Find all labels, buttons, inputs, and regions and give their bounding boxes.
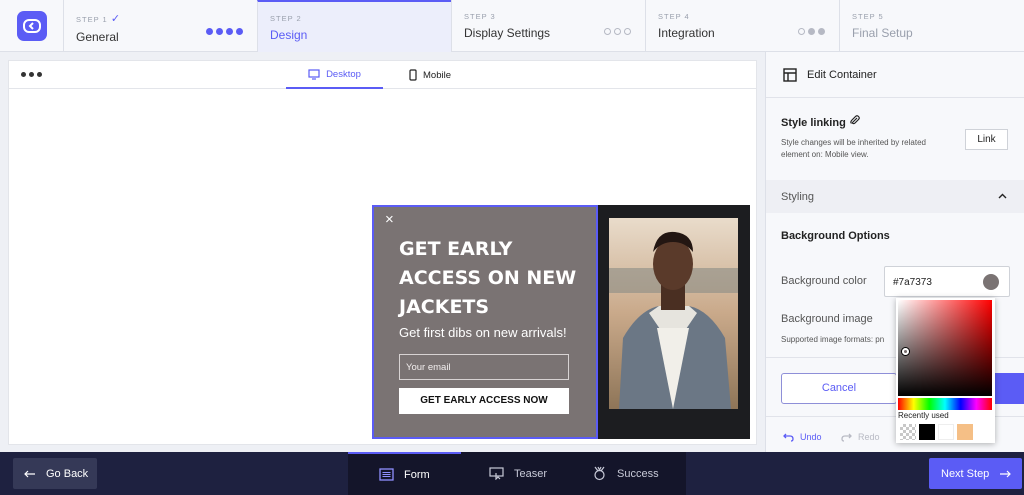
color-swatch[interactable] (983, 274, 999, 290)
popup-subheadline[interactable]: Get first dibs on new arrivals! (399, 325, 567, 340)
step-design[interactable]: STEP 2 Design (257, 0, 451, 52)
background-color-value: #7a7373 (893, 277, 932, 288)
step-integration[interactable]: STEP 4 Integration (645, 0, 839, 52)
more-options-icon[interactable] (21, 72, 42, 77)
model-photo-image[interactable] (609, 218, 738, 409)
step-name: Design (270, 28, 308, 42)
arrow-right-icon (1000, 470, 1012, 477)
cancel-button[interactable]: Cancel (781, 373, 897, 404)
mobile-icon (409, 69, 417, 81)
form-icon (379, 468, 394, 481)
next-step-button[interactable]: Next Step (929, 458, 1022, 489)
tab-mobile-label: Mobile (423, 69, 451, 81)
view-tabs: Form Teaser Success (348, 452, 686, 495)
styling-label: Styling (781, 191, 815, 203)
close-icon[interactable]: × (385, 211, 394, 228)
popup-preview[interactable]: × GET EARLY ACCESS ON NEW JACKETS Get fi… (372, 205, 750, 439)
redo-icon (841, 433, 852, 442)
app-logo-icon[interactable] (16, 11, 47, 41)
teaser-icon (489, 467, 504, 480)
layout-icon (783, 68, 797, 82)
progress-dots (798, 28, 825, 35)
saturation-area[interactable] (898, 300, 992, 396)
tab-desktop-label: Desktop (326, 68, 361, 80)
styling-section-toggle[interactable]: Styling (766, 180, 1024, 213)
canvas-header: Desktop Mobile (9, 61, 756, 89)
supported-formats-text: Supported image formats: pn (781, 335, 885, 344)
tab-desktop[interactable]: Desktop (286, 61, 383, 89)
color-picker-handle[interactable] (902, 348, 909, 355)
go-back-button[interactable]: Go Back (13, 458, 97, 489)
step-name: Final Setup (852, 26, 913, 40)
popup-headline[interactable]: GET EARLY ACCESS ON NEW JACKETS (399, 235, 589, 322)
tab-mobile[interactable]: Mobile (409, 61, 451, 89)
step-label: STEP 2 (270, 14, 302, 23)
undo-button[interactable]: Undo (783, 432, 822, 442)
style-linking-description: Style changes will be inherited by relat… (781, 138, 926, 159)
color-picker[interactable]: Recently used (896, 298, 995, 443)
step-general[interactable]: STEP 1 ✓ General (63, 0, 257, 52)
step-label: STEP 1 ✓ (76, 13, 122, 25)
step-display-settings[interactable]: STEP 3 Display Settings (451, 0, 645, 52)
progress-dots (206, 28, 243, 35)
background-image-label: Background image (781, 313, 873, 325)
arrow-left-icon (24, 470, 35, 477)
paperclip-icon (850, 115, 860, 125)
success-badge-icon (594, 466, 605, 481)
link-button[interactable]: Link (965, 129, 1008, 150)
cta-button[interactable]: GET EARLY ACCESS NOW (399, 388, 569, 414)
steps-bar: STEP 1 ✓ General STEP 2 Design STEP 3 Di… (0, 0, 1024, 52)
tab-success[interactable]: Success (571, 452, 686, 495)
background-color-input[interactable]: #7a7373 (884, 266, 1010, 297)
redo-button[interactable]: Redo (841, 432, 880, 442)
recent-color-black[interactable] (919, 424, 935, 440)
chevron-up-icon[interactable] (998, 193, 1007, 199)
save-button[interactable] (990, 373, 1024, 404)
email-field[interactable]: Your email (399, 354, 569, 380)
tab-form[interactable]: Form (348, 452, 461, 495)
recent-color-peach[interactable] (957, 424, 973, 440)
style-linking-heading: Style linking (781, 115, 860, 129)
recent-color-white[interactable] (938, 424, 954, 440)
undo-icon (783, 433, 794, 442)
tab-teaser[interactable]: Teaser (461, 452, 571, 495)
bottom-bar: Go Back Form Teaser Success Next Step (0, 452, 1024, 495)
progress-dots (604, 28, 631, 35)
recent-color-transparent[interactable] (900, 424, 916, 440)
step-label: STEP 4 (658, 12, 690, 21)
checkmark-icon: ✓ (110, 13, 122, 25)
background-options-heading: Background Options (781, 230, 890, 242)
popup-container-selected[interactable]: × GET EARLY ACCESS ON NEW JACKETS Get fi… (372, 205, 598, 439)
hue-slider[interactable] (898, 398, 992, 410)
recently-used-label: Recently used (898, 411, 949, 420)
step-label: STEP 5 (852, 12, 884, 21)
panel-title: Edit Container (783, 68, 877, 82)
desktop-icon (308, 68, 320, 80)
step-final-setup[interactable]: STEP 5 Final Setup (839, 0, 1024, 52)
logo-cell[interactable] (0, 0, 63, 52)
background-color-label: Background color (781, 275, 867, 287)
panel-title-text: Edit Container (807, 69, 877, 81)
editor-canvas: Desktop Mobile × GET EARLY ACCESS ON NEW… (8, 60, 757, 445)
step-label: STEP 3 (464, 12, 496, 21)
